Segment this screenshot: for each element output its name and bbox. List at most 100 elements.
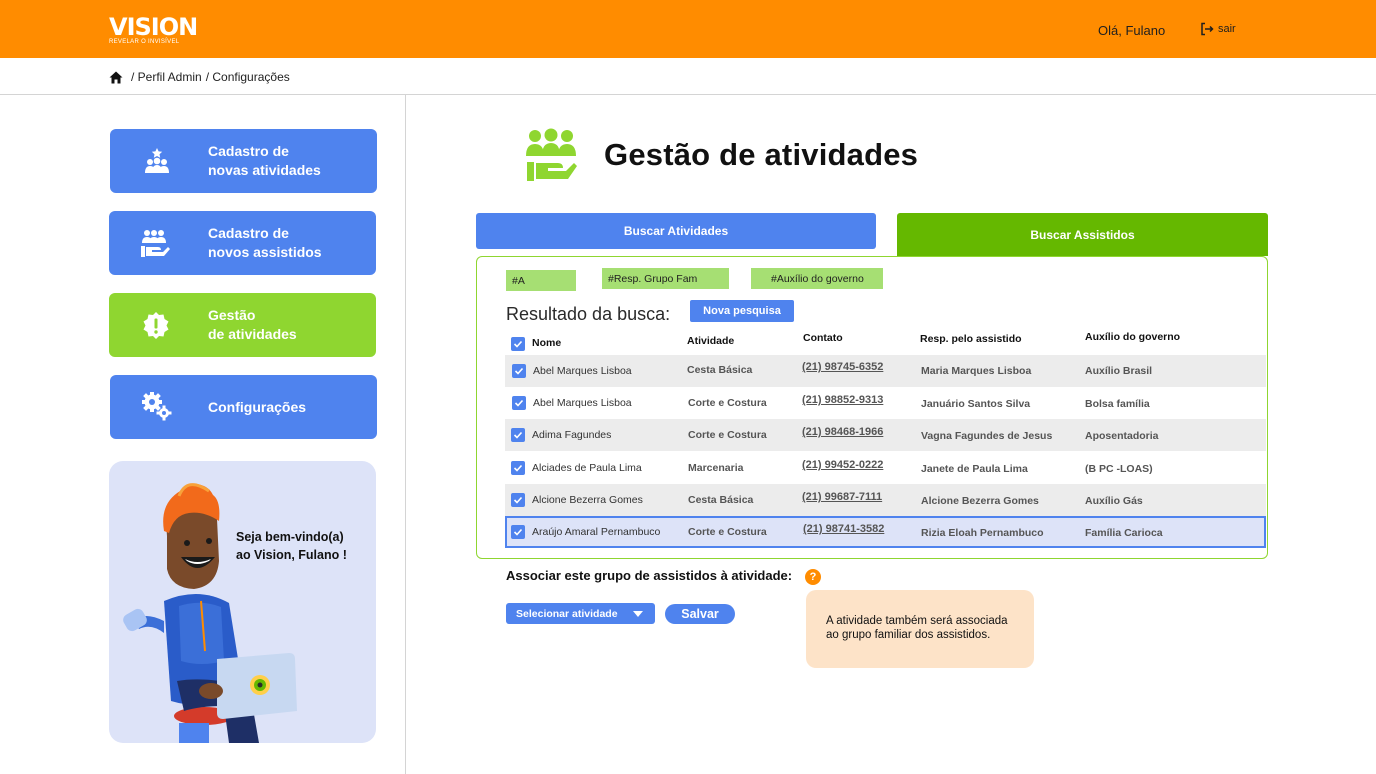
activity-select-value: Selecionar atividade bbox=[516, 607, 618, 620]
sidebar-item-settings[interactable]: Configurações bbox=[110, 375, 377, 439]
sidebar-item-label-line1: Configurações bbox=[208, 398, 307, 415]
sidebar-divider bbox=[405, 95, 406, 774]
checkmark-icon bbox=[513, 528, 523, 536]
group-star-icon bbox=[145, 148, 169, 173]
table-row[interactable]: Alciades de Paula Lima Marcenaria (21) 9… bbox=[505, 452, 1266, 484]
gears-icon bbox=[142, 392, 172, 421]
top-header: VISION REVELAR O INVISÍVEL Olá, Fulano s… bbox=[0, 0, 1376, 58]
filter-chip-resp-group[interactable]: #Resp. Grupo Fam bbox=[602, 268, 729, 289]
sidebar-item-label-line1: Cadastro de bbox=[208, 143, 289, 159]
help-icon[interactable]: ? bbox=[805, 569, 821, 585]
logo-text: VISION bbox=[109, 13, 198, 41]
vision-logo[interactable]: VISION REVELAR O INVISÍVEL bbox=[109, 13, 198, 46]
table-row[interactable]: Adima Fagundes Corte e Costura (21) 9846… bbox=[505, 419, 1266, 451]
cell-name: Alcione Bezerra Gomes bbox=[532, 494, 643, 506]
activity-select[interactable]: Selecionar atividade bbox=[506, 603, 655, 624]
cell-contact-link[interactable]: (21) 98741-3582 bbox=[803, 523, 884, 535]
people-hand-icon bbox=[141, 230, 170, 257]
activity-group-icon bbox=[526, 128, 577, 181]
column-header-activity[interactable]: Atividade bbox=[687, 335, 734, 347]
breadcrumb-item-profile[interactable]: / Perfil Admin bbox=[131, 70, 202, 84]
cell-name: Alciades de Paula Lima bbox=[532, 462, 642, 474]
cell-activity: Corte e Costura bbox=[688, 429, 767, 441]
cell-responsible: Maria Marques Lisboa bbox=[921, 365, 1032, 377]
cell-contact-link[interactable]: (21) 99687-7111 bbox=[802, 491, 882, 503]
column-header-government-aid[interactable]: Auxílio do governo bbox=[1085, 331, 1180, 343]
checkmark-icon bbox=[513, 496, 523, 504]
cell-activity: Cesta Básica bbox=[688, 494, 754, 506]
sidebar-item-label: Cadastro de novas atividades bbox=[208, 142, 321, 180]
sidebar-item-label: Cadastro de novos assistidos bbox=[208, 224, 322, 262]
associate-group-label: Associar este grupo de assistidos à ativ… bbox=[506, 568, 793, 583]
tab-search-assisted[interactable]: Buscar Assistidos bbox=[897, 213, 1268, 256]
tooltip-line1: A atividade também será associada bbox=[826, 615, 1008, 627]
cell-activity: Corte e Costura bbox=[688, 397, 767, 409]
cell-government-aid: Aposentadoria bbox=[1085, 430, 1159, 442]
breadcrumb-item-settings[interactable]: / Configurações bbox=[206, 70, 290, 84]
cell-responsible: Janete de Paula Lima bbox=[921, 463, 1028, 475]
tab-search-activities[interactable]: Buscar Atividades bbox=[476, 213, 876, 249]
breadcrumb-bar: / Perfil Admin / Configurações bbox=[0, 58, 1376, 95]
cell-responsible: Rizia Eloah Pernambuco bbox=[921, 527, 1044, 539]
table-row[interactable]: Alcione Bezerra Gomes Cesta Básica (21) … bbox=[505, 484, 1266, 516]
page-title: Gestão de atividades bbox=[604, 137, 919, 172]
sidebar-item-label-line1: Cadastro de bbox=[208, 225, 289, 241]
cell-government-aid: Família Carioca bbox=[1085, 527, 1163, 539]
breadcrumb: / Perfil Admin / Configurações bbox=[109, 70, 290, 84]
cell-name: Abel Marques Lisboa bbox=[533, 365, 632, 377]
sidebar-item-activity-management[interactable]: Gestão de atividades bbox=[109, 293, 376, 357]
checkmark-icon bbox=[513, 340, 523, 348]
welcome-mascot-illustration bbox=[123, 483, 297, 743]
tooltip-line2: ao grupo familiar dos assistidos. bbox=[826, 629, 991, 641]
column-header-name[interactable]: Nome bbox=[532, 337, 561, 349]
checkmark-icon bbox=[514, 367, 524, 375]
cell-activity: Corte e Costura bbox=[688, 526, 767, 538]
cell-activity: Cesta Básica bbox=[687, 364, 753, 376]
column-header-contact[interactable]: Contato bbox=[803, 332, 843, 344]
welcome-line1: Seja bem-vindo(a) bbox=[236, 530, 344, 544]
row-checkbox[interactable] bbox=[511, 428, 525, 442]
logout-icon bbox=[1201, 22, 1214, 36]
row-checkbox[interactable] bbox=[511, 525, 525, 539]
sidebar-item-label-line1: Gestão bbox=[208, 307, 256, 323]
sidebar-item-new-assisted[interactable]: Cadastro de novos assistidos bbox=[109, 211, 376, 275]
user-greeting: Olá, Fulano bbox=[1098, 23, 1166, 38]
checkmark-icon bbox=[514, 399, 524, 407]
cell-contact-link[interactable]: (21) 98745-6352 bbox=[802, 361, 883, 373]
welcome-message: Seja bem-vindo(a) ao Vision, Fulano ! bbox=[236, 528, 347, 564]
table-row[interactable]: Abel Marques Lisboa Cesta Básica (21) 98… bbox=[505, 355, 1266, 387]
logout-label: sair bbox=[1218, 23, 1236, 35]
cell-name: Abel Marques Lisboa bbox=[533, 397, 632, 409]
app-root: VISION REVELAR O INVISÍVEL Olá, Fulano s… bbox=[0, 0, 1376, 774]
row-checkbox[interactable] bbox=[512, 396, 526, 410]
cell-government-aid: (B PC -LOAS) bbox=[1085, 463, 1153, 475]
sidebar-item-new-activities[interactable]: Cadastro de novas atividades bbox=[110, 129, 377, 193]
filter-chip-government-aid[interactable]: #Auxílio do governo bbox=[751, 268, 883, 289]
welcome-line2: ao Vision, Fulano ! bbox=[236, 548, 347, 562]
cell-contact-link[interactable]: (21) 98852-9313 bbox=[802, 394, 883, 406]
cell-government-aid: Auxílio Gás bbox=[1085, 495, 1143, 507]
sidebar-item-label: Configurações bbox=[208, 398, 306, 417]
new-search-button[interactable]: Nova pesquisa bbox=[690, 300, 794, 322]
table-row-selected[interactable]: Araújo Amaral Pernambuco Corte e Costura… bbox=[505, 516, 1266, 548]
cell-name: Araújo Amaral Pernambuco bbox=[532, 526, 661, 538]
chevron-down-icon bbox=[633, 611, 643, 617]
home-icon[interactable] bbox=[109, 71, 123, 84]
filter-chip-a[interactable]: #A bbox=[506, 270, 576, 291]
row-checkbox[interactable] bbox=[512, 364, 526, 378]
save-button[interactable]: Salvar bbox=[665, 604, 735, 624]
cell-responsible: Vagna Fagundes de Jesus bbox=[921, 430, 1053, 442]
row-checkbox[interactable] bbox=[511, 461, 525, 475]
select-all-checkbox[interactable] bbox=[511, 337, 525, 351]
sidebar-item-label-line2: novos assistidos bbox=[208, 244, 322, 260]
results-label: Resultado da busca: bbox=[506, 304, 671, 324]
logout-button[interactable]: sair bbox=[1200, 22, 1236, 36]
cell-responsible: Alcione Bezerra Gomes bbox=[921, 495, 1039, 507]
column-header-responsible[interactable]: Resp. pelo assistido bbox=[920, 333, 1022, 345]
sidebar-item-label-line2: novas atividades bbox=[208, 162, 321, 178]
row-checkbox[interactable] bbox=[511, 493, 525, 507]
cell-name: Adima Fagundes bbox=[532, 429, 612, 441]
cell-contact-link[interactable]: (21) 99452-0222 bbox=[802, 459, 883, 471]
table-row[interactable]: Abel Marques Lisboa Corte e Costura (21)… bbox=[505, 387, 1266, 419]
cell-contact-link[interactable]: (21) 98468-1966 bbox=[802, 426, 883, 438]
